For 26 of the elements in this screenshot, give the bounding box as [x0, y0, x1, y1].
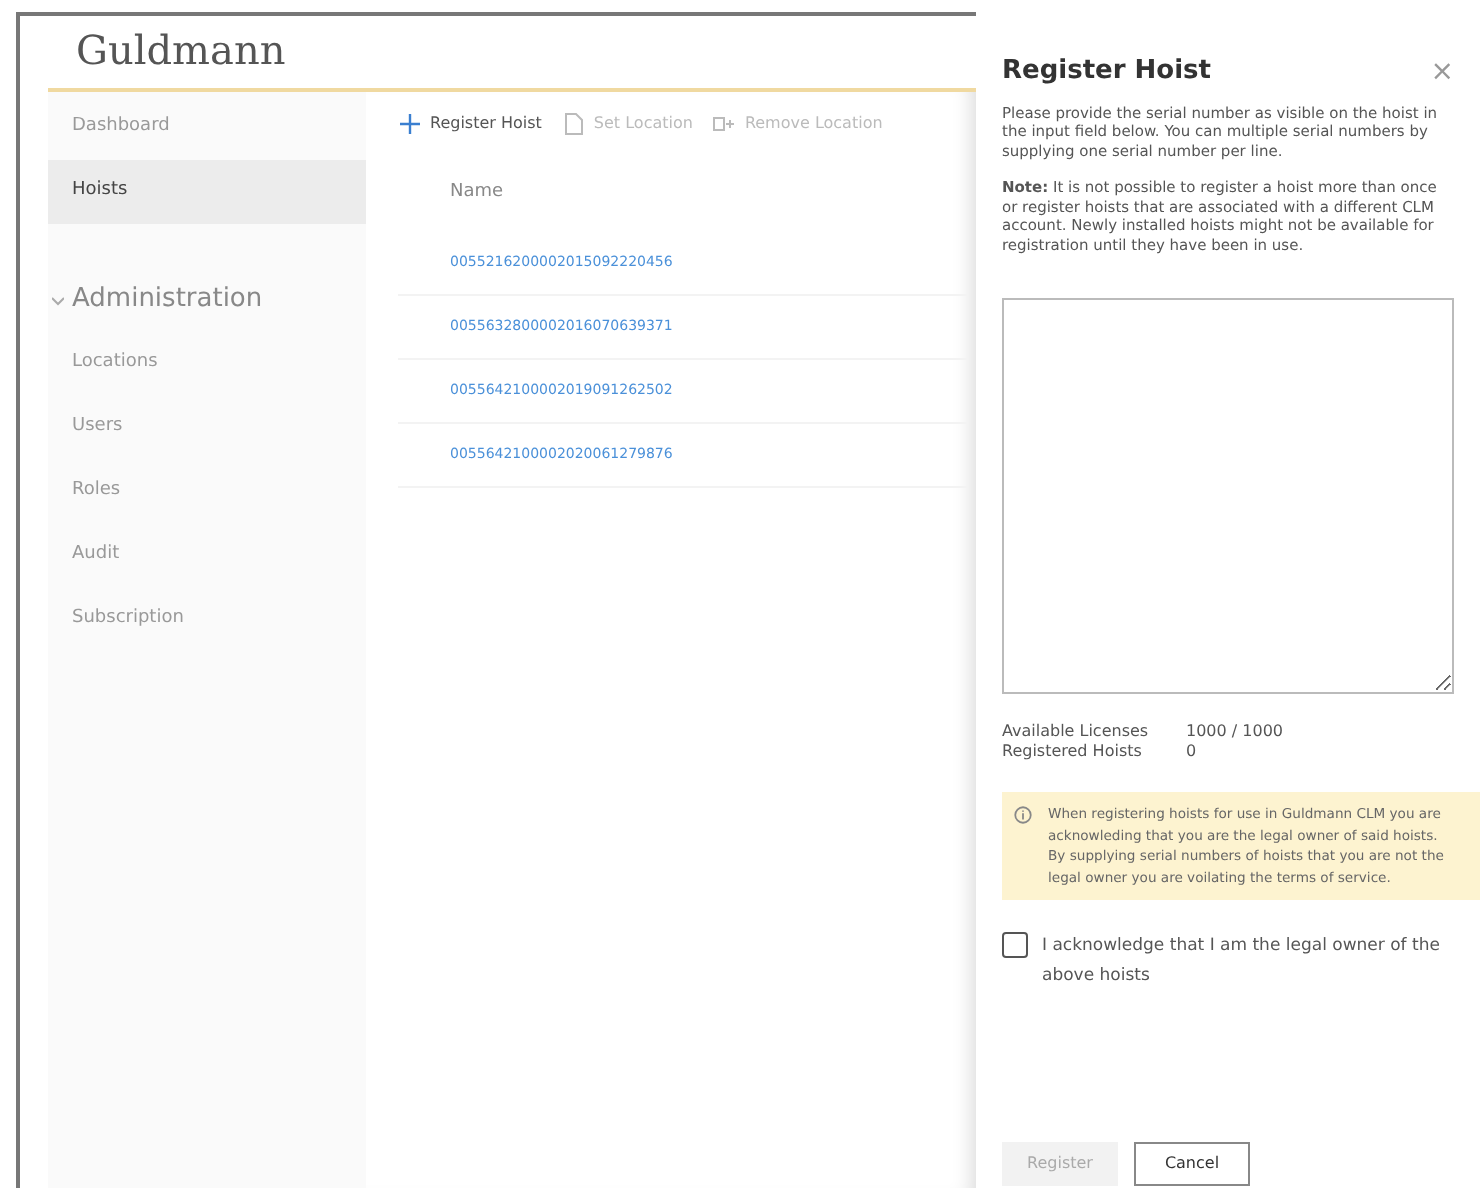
checkbox[interactable] — [1002, 932, 1028, 958]
document-icon — [561, 112, 586, 136]
column-header: Name — [448, 180, 506, 207]
cancel-button[interactable]: Cancel — [1134, 1142, 1250, 1186]
info-icon — [1014, 806, 1032, 824]
stat-value: 1000 / 1000 — [1186, 722, 1283, 742]
sidebar-item[interactable]: Roles — [48, 460, 366, 524]
add-icon — [398, 112, 422, 136]
sidebar-item[interactable]: Dashboard — [48, 96, 366, 160]
group-header[interactable]: Administration — [48, 268, 366, 332]
logo: Guldmann — [76, 24, 286, 78]
sidebar-item[interactable]: Users — [48, 396, 366, 460]
remove-icon — [712, 112, 737, 136]
stat-label: Registered Hoists — [1002, 742, 1144, 762]
sidebar-item[interactable]: Audit — [48, 524, 366, 588]
chevron-icon — [52, 294, 64, 306]
stat-value: 0 — [1186, 742, 1197, 762]
panel-title: Register Hoist — [1002, 54, 1212, 90]
sidebar-item[interactable]: Subscription — [48, 588, 366, 652]
checkbox-label: I acknowledge that I am the legal owner of the above hoists — [1042, 934, 1442, 990]
toolbar-button[interactable]: Register Hoist — [398, 112, 542, 136]
close-button[interactable]: × — [1430, 57, 1454, 86]
sidebar-item[interactable]: Hoists — [48, 160, 366, 224]
serial-input-field[interactable] — [1002, 298, 1454, 694]
sidebar-item[interactable]: Locations — [48, 332, 366, 396]
stat-label: Available Licenses — [1002, 722, 1151, 742]
